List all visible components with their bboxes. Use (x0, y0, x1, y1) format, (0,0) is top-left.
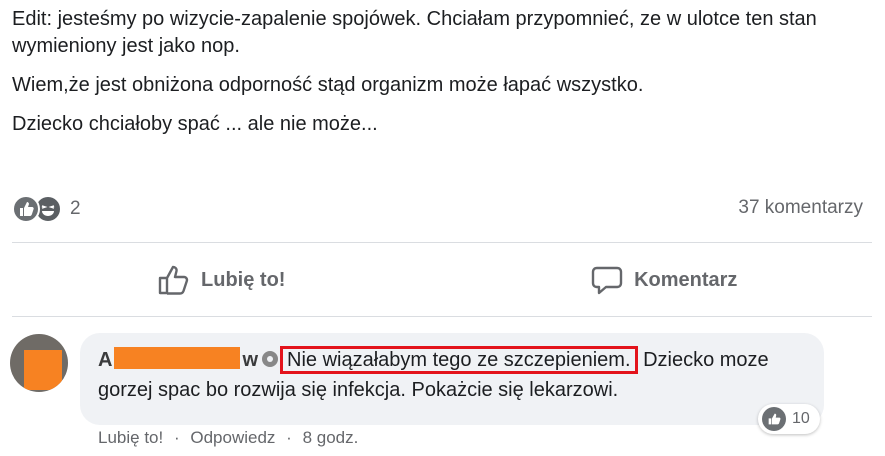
reaction-count: 2 (70, 198, 81, 219)
highlighted-sentence: Nie wiązałabym tego ze szczepieniem. (280, 346, 638, 374)
divider (12, 242, 872, 243)
separator: · (286, 428, 292, 447)
divider (12, 316, 872, 317)
avatar-redaction (24, 350, 62, 390)
avatar[interactable] (10, 334, 68, 392)
comment-button[interactable]: Komentarz (443, 246, 885, 314)
comment-like-link[interactable]: Lubię to! (98, 428, 163, 447)
comment-reaction-count: 10 (792, 410, 810, 427)
like-button-label: Lubię to! (201, 268, 286, 291)
comment-bubble: Aw Nie wiązałabym tego ze szczepieniem. D… (80, 333, 824, 425)
comment-text: Aw Nie wiązałabym tego ze szczepieniem. D… (98, 345, 818, 405)
comment-reactions[interactable]: 10 (758, 404, 820, 434)
like-button[interactable]: Lubię to! (0, 246, 443, 314)
comment-reply-link[interactable]: Odpowiedz (190, 428, 275, 447)
post-text: Edit: jesteśmy po wizycie-zapalenie spoj… (12, 6, 872, 150)
separator: · (173, 428, 180, 447)
comment-bubble-icon (591, 266, 623, 295)
like-icon (762, 407, 786, 431)
reactions-summary[interactable]: 2 (12, 195, 81, 223)
comments-count-link[interactable]: 37 komentarzy (738, 197, 863, 219)
top-fan-badge-icon (262, 351, 279, 367)
name-redaction (114, 347, 241, 369)
post-actions: Lubię to! Komentarz (0, 246, 885, 314)
post-paragraph: Wiem,że jest obniżona odporność stąd org… (12, 74, 644, 96)
comment-button-label: Komentarz (634, 268, 738, 291)
comment-timestamp[interactable]: 8 godz. (303, 428, 359, 447)
post-paragraph: Edit: jesteśmy po wizycie-zapalenie spoj… (12, 8, 817, 57)
comment: Aw Nie wiązałabym tego ze szczepieniem. D… (0, 320, 885, 456)
comment-meta: Lubię to! · Odpowiedz · 8 godz. (98, 428, 358, 448)
like-icon (12, 195, 40, 223)
post-paragraph: Dziecko chciałoby spać ... ale nie może.… (12, 113, 378, 135)
comment-author[interactable]: Aw (98, 347, 258, 371)
thumbs-up-icon (158, 265, 189, 295)
